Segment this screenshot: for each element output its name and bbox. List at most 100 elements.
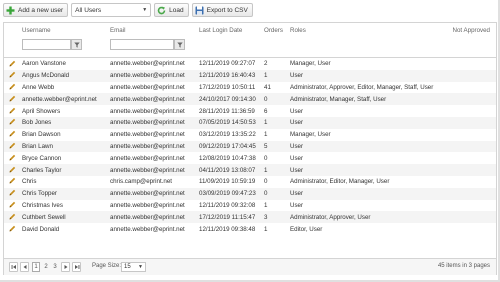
cell-email: annette.webber@eprint.net [110, 83, 185, 91]
user-filter-value: All Users [75, 6, 102, 14]
pencil-icon[interactable] [9, 154, 16, 163]
user-filter-select[interactable]: All Users ▼ [71, 3, 152, 17]
pencil-icon[interactable] [9, 142, 16, 151]
load-button[interactable]: Load [154, 3, 189, 17]
first-page-icon [11, 265, 16, 269]
cell-last-login: 12/11/2019 09:32:08 [199, 201, 256, 209]
cell-roles: User [290, 201, 304, 209]
funnel-icon [176, 42, 183, 48]
column-header-email[interactable]: Email [110, 27, 125, 34]
cell-last-login: 07/05/2019 14:50:53 [199, 119, 256, 127]
cell-roles: Administrator, Editor, Manager, User [290, 178, 390, 186]
chevron-down-icon: ▼ [138, 264, 143, 270]
pencil-icon[interactable] [9, 201, 16, 210]
pencil-icon[interactable] [9, 130, 16, 139]
column-header-last-login[interactable]: Last Login Date [199, 27, 242, 34]
table-row[interactable]: April Showers annette.webber@eprint.net 28… [4, 105, 496, 117]
grid-body: Aaron Vanstone annette.webber@eprint.net 1… [4, 58, 496, 235]
page-size-value: 15 [124, 264, 131, 270]
add-user-label: Add a new user [18, 6, 64, 14]
prev-page-button[interactable] [20, 262, 29, 272]
next-page-button[interactable] [61, 262, 70, 272]
pencil-icon[interactable] [9, 107, 16, 116]
pencil-icon[interactable] [9, 71, 16, 80]
cell-username: April Showers [22, 107, 61, 115]
cell-email: annette.webber@eprint.net [110, 72, 185, 80]
users-grid: Username Email Last Login Date Orders Ro… [3, 22, 497, 275]
cell-orders: 3 [264, 213, 268, 221]
cell-last-login: 09/12/2019 17:04:45 [199, 142, 256, 150]
cell-orders: 6 [264, 107, 268, 115]
pencil-icon[interactable] [9, 60, 16, 69]
column-header-not-approved[interactable]: Not Approved [453, 27, 491, 34]
table-row[interactable]: Aaron Vanstone annette.webber@eprint.net 1… [4, 58, 496, 70]
last-page-button[interactable] [72, 262, 81, 272]
username-filter-input[interactable] [22, 39, 71, 50]
chevron-down-icon: ▼ [142, 7, 148, 13]
cell-last-login: 12/08/2019 10:47:38 [199, 154, 256, 162]
pencil-icon[interactable] [9, 189, 16, 198]
column-header-orders[interactable]: Orders [264, 27, 283, 34]
pencil-icon[interactable] [9, 166, 16, 175]
pencil-icon[interactable] [9, 95, 16, 104]
cell-orders: 1 [264, 131, 268, 139]
pencil-icon[interactable] [9, 83, 16, 92]
cell-email: annette.webber@eprint.net [110, 131, 185, 139]
email-filter-input[interactable] [110, 39, 174, 50]
pencil-icon[interactable] [9, 213, 16, 222]
refresh-icon [157, 6, 166, 15]
table-row[interactable]: Chris chris.camp@eprint.net 11/09/2019 10:… [4, 176, 496, 188]
cell-email: annette.webber@eprint.net [110, 119, 185, 127]
cell-orders: 0 [264, 154, 268, 162]
column-header-username[interactable]: Username [22, 27, 51, 34]
cell-orders: 5 [264, 142, 268, 150]
table-row[interactable]: Bob Jones annette.webber@eprint.net 07/05/… [4, 116, 496, 129]
cell-email: annette.webber@eprint.net [110, 213, 185, 221]
column-header-roles[interactable]: Roles [290, 27, 306, 34]
cell-last-login: 17/12/2019 11:15:47 [199, 213, 256, 221]
table-row[interactable]: Charles Taylor annette.webber@eprint.net 0… [4, 164, 496, 176]
table-row[interactable]: Bryce Cannon annette.webber@eprint.net 12/… [4, 152, 496, 164]
cell-email: annette.webber@eprint.net [110, 190, 185, 198]
cell-username: Cuthbert Sewell [22, 213, 66, 221]
cell-username: Anne Webb [22, 83, 55, 91]
page-button-2[interactable]: 2 [42, 262, 50, 272]
username-filter-button[interactable] [71, 39, 82, 50]
pencil-icon[interactable] [9, 177, 16, 186]
cell-last-login: 03/09/2019 09:47:23 [199, 190, 256, 198]
pencil-icon[interactable] [9, 118, 16, 127]
first-page-button[interactable] [9, 262, 18, 272]
table-row[interactable]: David Donald annette.webber@eprint.net 12/… [4, 223, 496, 235]
pager-info: 45 items in 3 pages [437, 263, 490, 269]
table-row[interactable]: Brian Dawson annette.webber@eprint.net 03/… [4, 129, 496, 141]
cell-roles: Administrator, Manager, Staff, User [290, 95, 387, 103]
email-filter-button[interactable] [174, 39, 185, 50]
table-row[interactable]: Anne Webb annette.webber@eprint.net 17/12/… [4, 82, 496, 94]
table-row[interactable]: Brian Lawn annette.webber@eprint.net 09/12… [4, 140, 496, 153]
cell-username: Angus McDonald [22, 72, 70, 80]
table-row[interactable]: Angus McDonald annette.webber@eprint.net 1… [4, 69, 496, 82]
cell-username: Chris [22, 178, 37, 186]
table-row[interactable]: Christmas Ives annette.webber@eprint.net 1… [4, 200, 496, 212]
cell-email: annette.webber@eprint.net [110, 142, 185, 150]
pencil-icon[interactable] [9, 225, 16, 234]
cell-orders: 41 [264, 83, 271, 91]
page-size-select[interactable]: 15 ▼ [121, 262, 146, 272]
page-button-1[interactable]: 1 [32, 262, 40, 272]
page-button-3[interactable]: 3 [51, 262, 59, 272]
cell-last-login: 17/12/2019 10:50:11 [199, 83, 256, 91]
table-row[interactable]: annette.webber@eprint.net annette.webber@… [4, 93, 496, 106]
cell-last-login: 12/11/2019 16:40:43 [199, 72, 256, 80]
add-user-button[interactable]: Add a new user [3, 3, 69, 17]
prev-page-icon [23, 265, 26, 269]
table-row[interactable]: Chris Topper annette.webber@eprint.net 03/… [4, 187, 496, 200]
plus-icon [6, 6, 15, 15]
cell-orders: 1 [264, 166, 268, 174]
export-csv-button[interactable]: Export to CSV [191, 3, 253, 17]
table-row[interactable]: Cuthbert Sewell annette.webber@eprint.net… [4, 211, 496, 224]
cell-roles: Administrator, Approver, User [290, 213, 371, 221]
cell-last-login: 11/09/2019 10:59:19 [199, 178, 256, 186]
cell-last-login: 12/11/2019 09:27:07 [199, 60, 256, 68]
cell-roles: Administrator, Approver, Editor, Manager… [290, 83, 434, 91]
cell-orders: 2 [264, 60, 268, 68]
